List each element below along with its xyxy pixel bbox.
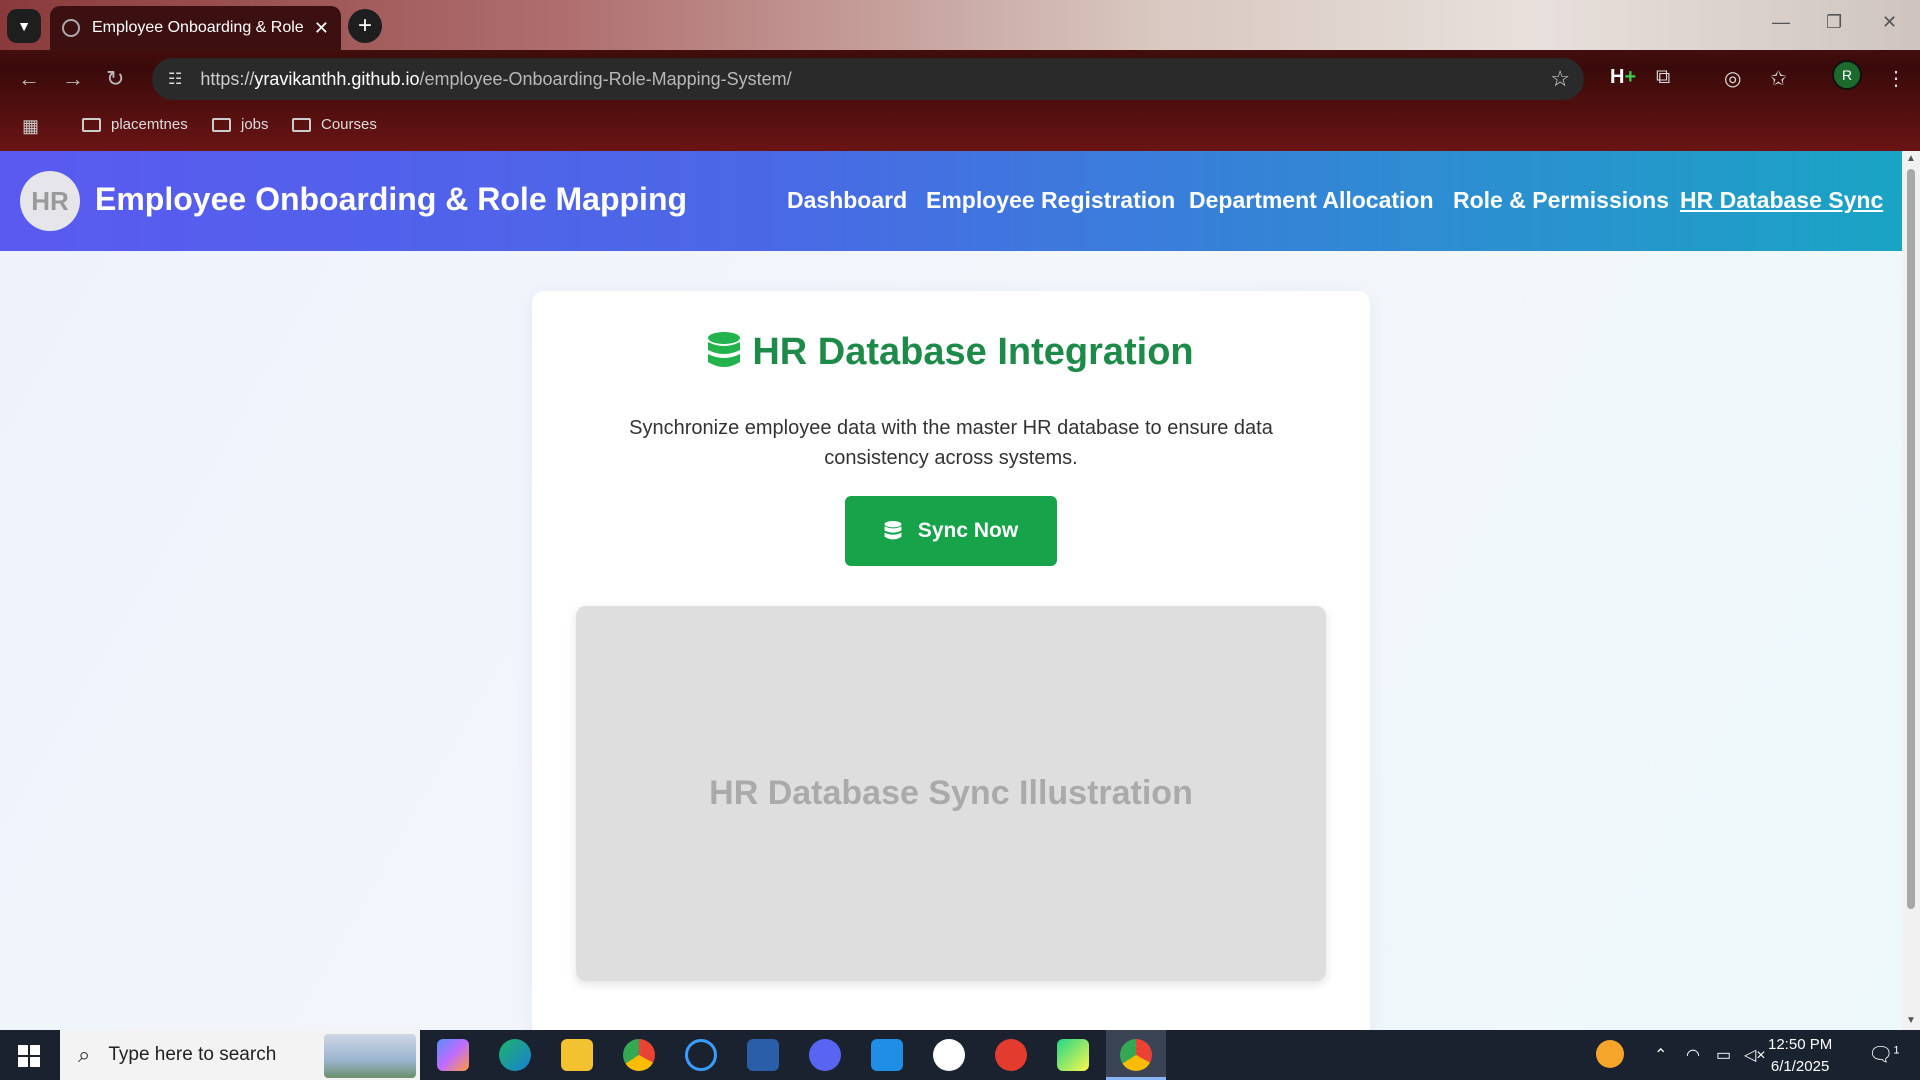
bookmark-jobs[interactable]: jobs [212, 116, 269, 133]
mongodb-compass-icon[interactable] [933, 1039, 965, 1071]
extensions-puzzle-icon[interactable]: ⧉ [1656, 66, 1670, 89]
reload-icon[interactable]: ↻ [106, 66, 124, 92]
search-icon: ⌕ [78, 1042, 91, 1067]
restore-icon[interactable]: ❐ [1826, 12, 1842, 33]
nav-department-allocation[interactable]: Department Allocation [1189, 187, 1434, 214]
tab-strip: ▼ Employee Onboarding & Role M ✕ + — ❐ ✕ [0, 0, 1920, 50]
close-tab-icon[interactable]: ✕ [314, 18, 329, 39]
bookmarks-bar: ▦ placemtnes jobs Courses [0, 108, 1920, 148]
site-info-icon[interactable]: ☷ [168, 69, 182, 89]
card-heading: HR Database Integration [532, 331, 1370, 374]
hr-logo: HR [20, 171, 80, 231]
minimize-icon[interactable]: — [1772, 12, 1790, 33]
card-description: Synchronize employee data with the maste… [629, 417, 1273, 469]
sync-card: HR Database Integration Synchronize empl… [532, 291, 1370, 1030]
copilot-icon[interactable] [437, 1039, 469, 1071]
nav-hr-database-sync[interactable]: HR Database Sync [1680, 187, 1883, 214]
notification-count: 1 [1893, 1044, 1900, 1057]
screenshot-icon[interactable]: ◎ [1724, 66, 1741, 91]
bookmark-label: placemtnes [111, 116, 188, 133]
app-title: Employee Onboarding & Role Mapping [95, 181, 688, 217]
card-title: HR Database Integration [752, 331, 1194, 373]
weather-icon[interactable] [1596, 1040, 1624, 1068]
chrome-icon[interactable] [623, 1039, 655, 1071]
nav-role-permissions[interactable]: Role & Permissions [1453, 187, 1669, 214]
database-icon [884, 521, 902, 540]
sync-now-button[interactable]: Sync Now [845, 496, 1057, 566]
database-icon [708, 332, 741, 367]
bookmark-star-icon[interactable]: ☆ [1550, 66, 1570, 92]
visual-studio-installer-icon[interactable] [747, 1039, 779, 1071]
bookmark-placemtnes[interactable]: placemtnes [82, 116, 188, 133]
forward-icon[interactable]: → [62, 66, 84, 92]
scroll-down-icon[interactable]: ▼ [1906, 1015, 1916, 1026]
nav-employee-registration[interactable]: Employee Registration [926, 187, 1175, 214]
sync-now-label: Sync Now [917, 519, 1019, 542]
page-scrollbar[interactable]: ▲ ▼ [1902, 151, 1920, 1030]
discord-icon[interactable] [809, 1039, 841, 1071]
volume-muted-icon[interactable]: ◁× [1744, 1045, 1766, 1065]
scroll-thumb[interactable] [1907, 169, 1915, 909]
browser-tab[interactable]: Employee Onboarding & Role M ✕ [50, 6, 341, 50]
bookmark-courses[interactable]: Courses [292, 116, 377, 133]
extension-h-icon[interactable]: H+ [1610, 66, 1636, 89]
pycharm-icon[interactable] [1057, 1039, 1089, 1071]
vscode-icon[interactable] [871, 1039, 903, 1071]
c-app-icon[interactable] [685, 1039, 717, 1071]
tab-title: Employee Onboarding & Role M [92, 19, 304, 36]
web-page: HR Employee Onboarding & Role Mapping Da… [0, 151, 1902, 1030]
browser-chrome: ▼ Employee Onboarding & Role M ✕ + — ❐ ✕… [0, 0, 1920, 151]
sync-illustration-placeholder: HR Database Sync Illustration [576, 606, 1326, 981]
favorites-icon[interactable]: ✩ [1770, 66, 1787, 91]
battery-icon[interactable]: ▭ [1716, 1045, 1731, 1065]
file-explorer-icon[interactable] [561, 1039, 593, 1071]
system-clock[interactable]: 12:50 PM 6/1/2025 [1768, 1034, 1832, 1078]
chrome-profile-icon [1120, 1039, 1152, 1071]
chrome-active-task[interactable] [1106, 1030, 1166, 1080]
address-bar[interactable]: ☷ https://yravikanthh.github.io/employee… [152, 58, 1584, 100]
windows-taskbar: ⌕ Type here to search ⌃ ◠ ▭ ◁× 12:50 PM … [0, 1030, 1920, 1080]
globe-icon [62, 19, 80, 37]
folder-icon [292, 117, 311, 132]
folder-icon [82, 117, 101, 132]
close-window-icon[interactable]: ✕ [1882, 12, 1897, 33]
scroll-up-icon[interactable]: ▲ [1906, 153, 1916, 164]
taskbar-search[interactable]: ⌕ Type here to search [60, 1030, 420, 1080]
extension-label: H [1610, 66, 1625, 88]
apps-grid-icon[interactable]: ▦ [22, 116, 39, 137]
search-placeholder: Type here to search [108, 1044, 277, 1065]
bookmark-label: Courses [321, 116, 377, 133]
browser-menu-icon[interactable]: ⋮ [1886, 66, 1906, 91]
notifications-icon[interactable]: 🗨1 [1868, 1042, 1900, 1067]
wps-office-icon[interactable] [995, 1039, 1027, 1071]
bookmark-label: jobs [241, 116, 269, 133]
browser-toolbar: ← → ↻ ☷ https://yravikanthh.github.io/em… [0, 52, 1920, 106]
wifi-icon[interactable]: ◠ [1686, 1045, 1700, 1065]
tray-chevron-icon[interactable]: ⌃ [1654, 1045, 1667, 1065]
app-navbar: HR Employee Onboarding & Role Mapping Da… [0, 151, 1902, 251]
windows-start-icon[interactable] [18, 1045, 40, 1067]
url-path: /employee-Onboarding-Role-Mapping-System… [419, 68, 792, 89]
folder-icon [212, 117, 231, 132]
profile-avatar[interactable]: R [1832, 60, 1862, 90]
search-highlight-image [324, 1034, 416, 1078]
url-host: yravikanthh.github.io [254, 68, 420, 89]
tab-search-button[interactable]: ▼ [7, 9, 41, 43]
new-tab-button[interactable]: + [348, 9, 382, 43]
edge-icon[interactable] [499, 1039, 531, 1071]
clock-time: 12:50 PM [1768, 1036, 1833, 1053]
back-icon[interactable]: ← [18, 66, 40, 92]
clock-date: 6/1/2025 [1770, 1058, 1830, 1075]
url-scheme: https:// [200, 68, 255, 89]
nav-dashboard[interactable]: Dashboard [787, 187, 907, 214]
